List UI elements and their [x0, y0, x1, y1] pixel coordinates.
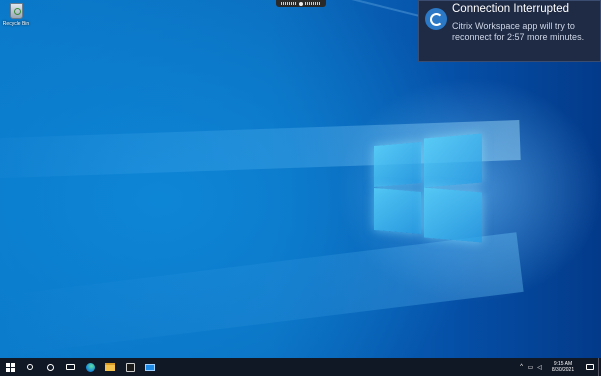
mail-icon	[145, 363, 155, 371]
cortana-icon	[46, 363, 54, 371]
citrix-toolbar-handle-icon	[299, 1, 303, 6]
task-view-icon	[65, 364, 75, 370]
citrix-toolbar-handle[interactable]	[276, 0, 326, 7]
recycle-bin-icon	[9, 3, 23, 19]
system-tray: ^ ▭ ◁ 9:15 AM 8/30/2021	[517, 358, 601, 376]
start-button[interactable]	[0, 358, 20, 376]
notification-title: Connection Interrupted	[452, 3, 569, 15]
action-center-button[interactable]	[582, 358, 598, 376]
taskbar-file-explorer[interactable]	[100, 358, 120, 376]
taskbar-store[interactable]	[120, 358, 140, 376]
citrix-workspace-icon	[425, 8, 447, 30]
notification-center-icon	[586, 364, 594, 370]
taskbar: ^ ▭ ◁ 9:15 AM 8/30/2021	[0, 358, 601, 376]
grip-icon	[305, 2, 321, 5]
edge-browser-icon	[85, 362, 95, 372]
taskbar-mail[interactable]	[140, 358, 160, 376]
windows-logo-wallpaper	[372, 132, 484, 244]
search-button[interactable]	[20, 358, 40, 376]
microsoft-store-icon	[125, 362, 135, 372]
file-explorer-icon	[105, 363, 115, 371]
desktop-icon-label: Recycle Bin	[2, 21, 30, 27]
light-beam	[0, 232, 524, 356]
desktop[interactable]: Recycle Bin Connection Interrupted Citri…	[0, 0, 601, 358]
clock[interactable]: 9:15 AM 8/30/2021	[544, 361, 582, 373]
toast-notification[interactable]: Connection Interrupted Citrix Workspace …	[418, 0, 601, 62]
desktop-icon-recycle-bin[interactable]: Recycle Bin	[2, 3, 30, 27]
notification-body: Citrix Workspace app will try to reconne…	[452, 21, 585, 42]
network-icon[interactable]: ▭	[526, 358, 535, 376]
cortana-button[interactable]	[40, 358, 60, 376]
search-icon	[27, 364, 33, 370]
chevron-up-icon[interactable]: ^	[517, 358, 526, 376]
clock-date: 8/30/2021	[551, 367, 575, 373]
task-view-button[interactable]	[60, 358, 80, 376]
windows-start-icon	[5, 362, 15, 372]
volume-icon[interactable]: ◁	[535, 358, 544, 376]
grip-icon	[281, 2, 297, 5]
taskbar-edge[interactable]	[80, 358, 100, 376]
